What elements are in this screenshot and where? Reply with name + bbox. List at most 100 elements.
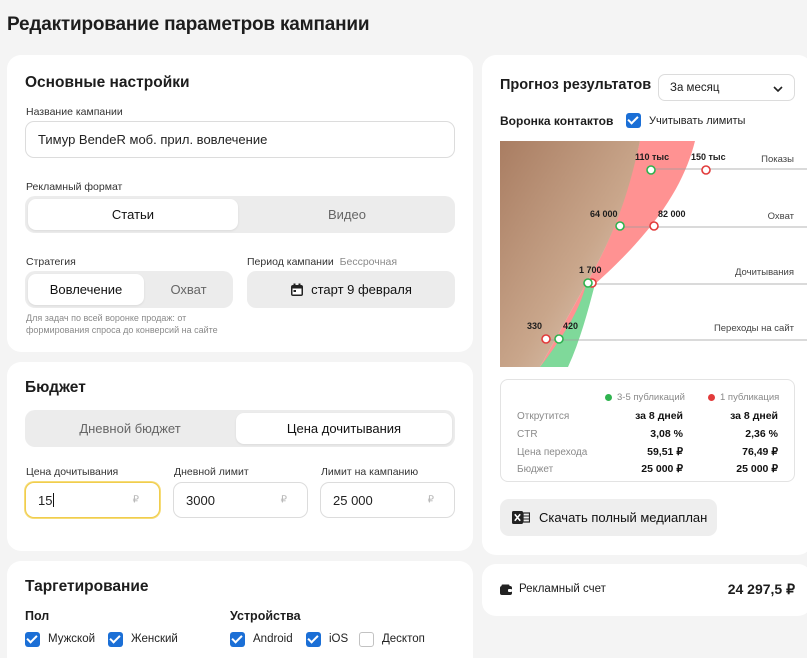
checkbox-male-label: Мужской — [48, 633, 96, 645]
page-title: Редактирование параметров кампании — [7, 14, 370, 35]
stage-label-impressions: Показы — [761, 154, 794, 165]
green-value-reach: 64 000 — [590, 209, 618, 219]
period-label-text: Период кампании — [247, 256, 334, 268]
chevron-down-icon — [773, 86, 783, 92]
checkbox-android[interactable] — [230, 632, 245, 647]
campaign-name-value: Тимур BendeR моб. прил. вовлечение — [38, 132, 268, 147]
row-cpc-label: Цена перехода — [517, 447, 588, 458]
period-value: старт 9 февраля — [311, 282, 412, 297]
campaign-limit-currency: ₽ — [427, 494, 434, 506]
row-duration-label: Открутится — [517, 411, 570, 422]
row-budget-b: 25 000 ₽ — [736, 463, 778, 475]
campaign-name-label: Название кампании — [26, 106, 123, 118]
forecast-card: Прогноз результатов За месяц Воронка кон… — [482, 55, 807, 555]
budget-title: Бюджет — [25, 379, 86, 396]
campaign-name-input[interactable]: Тимур BendeR моб. прил. вовлечение — [25, 121, 455, 158]
red-value-clicks: 330 — [527, 321, 543, 331]
budget-tab-daily[interactable]: Дневной бюджет — [28, 413, 232, 444]
budget-tab-price[interactable]: Цена дочитывания — [236, 413, 452, 444]
red-value-impressions: 150 тыс — [691, 152, 726, 162]
red-point-reach — [649, 221, 659, 231]
calendar-icon — [291, 283, 304, 296]
period-button[interactable]: старт 9 февраля — [247, 271, 455, 308]
daily-limit-label: Дневной лимит — [174, 466, 249, 478]
format-label: Рекламный формат — [26, 181, 123, 193]
price-label: Цена дочитывания — [26, 466, 119, 478]
row-cpc-a: 59,51 ₽ — [647, 446, 683, 458]
stage-label-reads: Дочитывания — [735, 267, 794, 278]
funnel-title: Воронка контактов — [500, 114, 614, 128]
account-card: Рекламный счет 24 297,5 ₽ — [482, 564, 807, 616]
row-ctr-label: CTR — [517, 429, 538, 440]
row-cpc-b: 76,49 ₽ — [742, 446, 778, 458]
checkbox-desktop[interactable] — [359, 632, 374, 647]
row-duration-b: за 8 дней — [730, 410, 778, 422]
legend-green-dot — [605, 394, 612, 401]
row-budget-a: 25 000 ₽ — [641, 463, 683, 475]
green-point-reads — [583, 278, 593, 288]
checkbox-limits-label: Учитывать лимиты — [649, 115, 746, 127]
daily-limit-currency: ₽ — [280, 494, 287, 506]
price-input[interactable]: 15 ₽ — [25, 482, 160, 518]
format-option-articles[interactable]: Статьи — [28, 199, 238, 230]
targeting-title: Таргетирование — [25, 578, 149, 595]
strategy-label: Стратегия — [26, 256, 76, 268]
checkbox-limits[interactable] — [626, 113, 641, 128]
strategy-option-reach[interactable]: Охват — [147, 274, 230, 305]
legend-red-label: 1 публикация — [720, 392, 780, 403]
format-option-video[interactable]: Видео — [242, 199, 452, 230]
period-select[interactable]: За месяц — [658, 74, 795, 101]
account-label: Рекламный счет — [519, 583, 606, 595]
period-select-value: За месяц — [670, 81, 720, 94]
budget-switch: Дневной бюджет Цена дочитывания — [25, 410, 455, 447]
campaign-limit-input[interactable]: 25 000 ₽ — [320, 482, 455, 518]
checkbox-ios-label: iOS — [329, 633, 349, 645]
row-budget-label: Бюджет — [517, 464, 554, 475]
row-duration-a: за 8 дней — [635, 410, 683, 422]
red-point-impressions — [701, 165, 711, 175]
red-value-reach: 82 000 — [658, 209, 686, 219]
download-mediaplan-button[interactable]: Скачать полный медиаплан — [500, 499, 717, 536]
checkbox-desktop-label: Десктоп — [382, 633, 425, 645]
results-table: 3-5 публикаций 1 публикация Открутится з… — [500, 379, 795, 482]
forecast-title: Прогноз результатов — [500, 77, 652, 93]
stage-label-clicks: Переходы на сайт — [713, 323, 794, 334]
period-sub: Бессрочная — [339, 256, 398, 268]
legend-green-label: 3-5 публикаций — [617, 392, 685, 403]
campaign-limit-label: Лимит на кампанию — [321, 466, 419, 478]
green-value-clicks: 420 — [563, 321, 579, 331]
download-mediaplan-label: Скачать полный медиаплан — [539, 510, 708, 525]
checkbox-android-label: Android — [253, 633, 293, 645]
green-point-clicks — [554, 334, 564, 344]
strategy-hint: Для задач по всей воронке продаж: от фор… — [26, 313, 218, 335]
stage-label-reach: Охват — [767, 211, 794, 222]
price-currency: ₽ — [132, 494, 139, 506]
checkbox-female[interactable] — [108, 632, 123, 647]
devices-label: Устройства — [230, 609, 301, 623]
format-switch: Статьи Видео — [25, 196, 455, 233]
green-point-reach — [615, 221, 625, 231]
excel-icon — [512, 511, 530, 524]
checkbox-male[interactable] — [25, 632, 40, 647]
main-settings-card: Основные настройки Название кампании Тим… — [7, 55, 473, 352]
price-value: 15 — [38, 492, 53, 508]
daily-limit-value: 3000 — [186, 492, 215, 508]
green-value-impressions: 110 тыс — [635, 152, 670, 162]
wallet-icon — [500, 584, 512, 595]
targeting-card: Таргетирование Пол Мужской Женский Устро… — [7, 561, 473, 658]
daily-limit-input[interactable]: 3000 ₽ — [173, 482, 308, 518]
row-ctr-b: 2,36 % — [745, 428, 778, 440]
strategy-option-engagement[interactable]: Вовлечение — [28, 274, 144, 305]
red-point-clicks — [541, 334, 551, 344]
main-settings-title: Основные настройки — [25, 74, 190, 91]
checkbox-female-label: Женский — [131, 633, 178, 645]
checkbox-ios[interactable] — [306, 632, 321, 647]
legend-red-dot — [708, 394, 715, 401]
strategy-switch: Вовлечение Охват — [25, 271, 233, 308]
account-value: 24 297,5 ₽ — [727, 581, 795, 597]
green-point-impressions — [646, 165, 656, 175]
budget-card: Бюджет Дневной бюджет Цена дочитывания Ц… — [7, 362, 473, 551]
gender-label: Пол — [25, 609, 50, 623]
campaign-limit-value: 25 000 — [333, 492, 373, 508]
green-value-reads: 1 700 — [579, 265, 602, 275]
